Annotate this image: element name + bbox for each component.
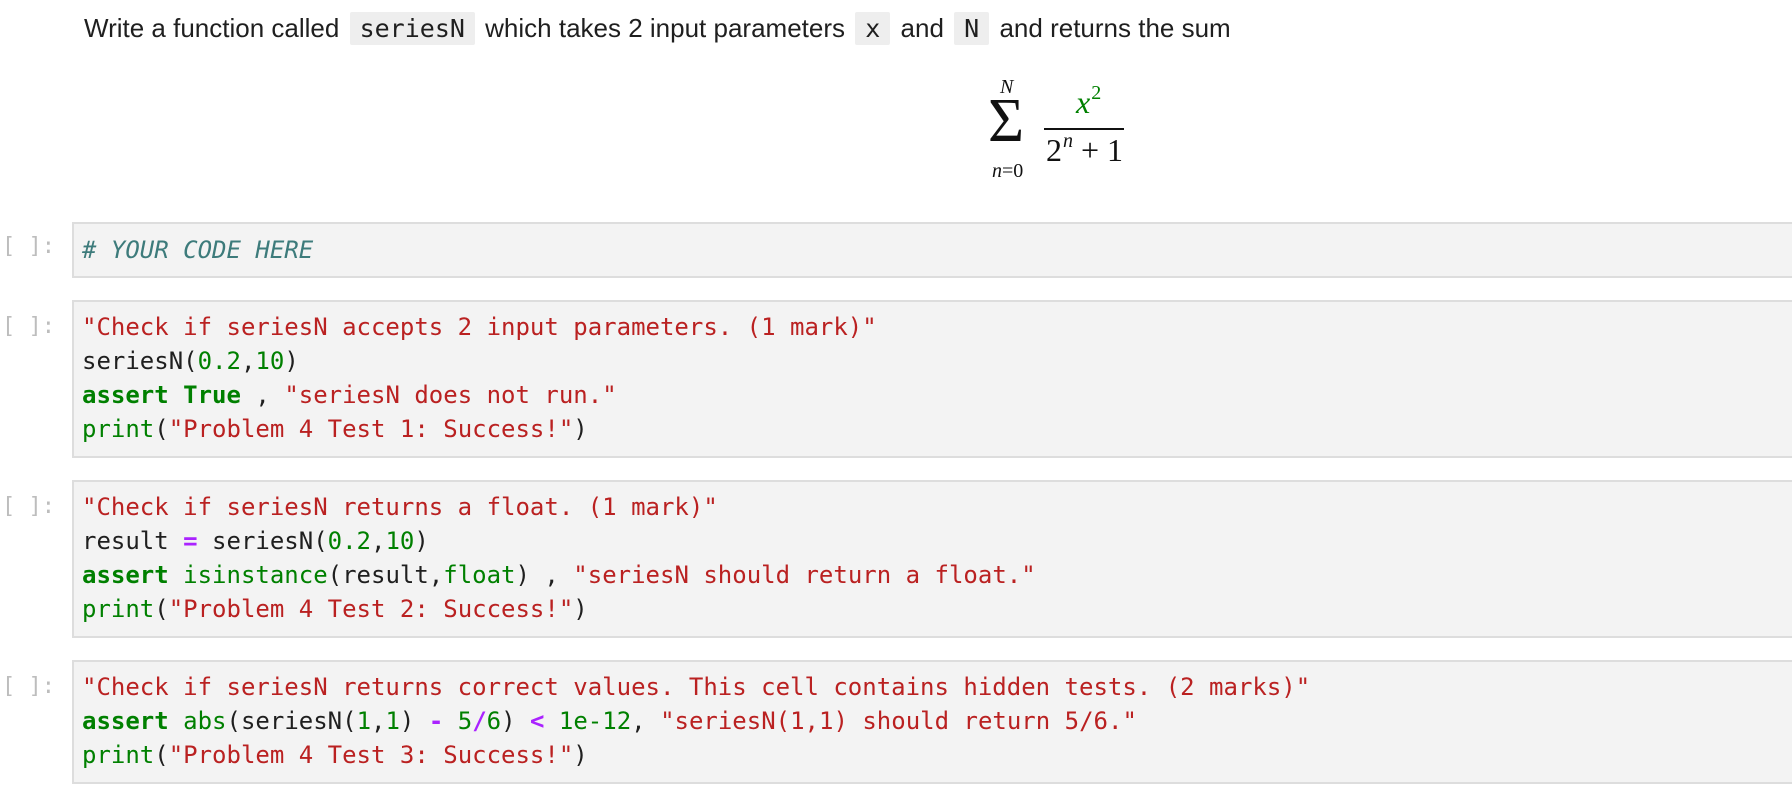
code-token: 1e-12: [558, 707, 632, 735]
code-line: seriesN(0.2,10): [82, 344, 1786, 378]
code-token: "Problem 4 Test 1: Success!": [168, 415, 574, 443]
code-token: ,: [371, 707, 386, 735]
lower-limit-var: n: [992, 160, 1002, 182]
code-token: seriesN(: [197, 527, 328, 555]
inline-code-param-n: N: [954, 12, 990, 45]
code-line: # YOUR CODE HERE: [82, 233, 1786, 267]
code-token: isinstance: [183, 561, 328, 589]
code-token: 10: [255, 347, 285, 375]
code-token: "Check if seriesN returns a float. (1 ma…: [82, 493, 718, 521]
code-token: True: [183, 381, 241, 409]
code-token: 0.2: [327, 527, 372, 555]
numerator-base: x: [1076, 84, 1091, 120]
code-line: print("Problem 4 Test 1: Success!"): [82, 412, 1786, 446]
code-editor[interactable]: "Check if seriesN returns a float. (1 ma…: [72, 480, 1792, 638]
code-line: "Check if seriesN returns correct values…: [82, 670, 1786, 704]
code-token: (result,: [327, 561, 444, 589]
code-token: abs: [183, 707, 227, 735]
code-token: -: [428, 707, 444, 735]
markdown-instructions: Write a function called seriesN which ta…: [84, 8, 1231, 49]
code-line: assert abs(seriesN(1,1) - 5/6) < 1e-12, …: [82, 704, 1786, 738]
code-token: assert: [82, 561, 169, 589]
code-token: "seriesN should return a float.": [573, 561, 1036, 589]
code-line: print("Problem 4 Test 2: Success!"): [82, 592, 1786, 626]
instruction-text: and: [900, 13, 944, 43]
code-line: assert True , "seriesN does not run.": [82, 378, 1786, 412]
code-token: (: [154, 415, 169, 443]
code-token: 1: [385, 707, 400, 735]
code-token: /: [472, 707, 487, 735]
cell-prompt: [ ]:: [2, 674, 55, 699]
code-token: ,: [240, 381, 285, 409]
code-token: ): [414, 527, 429, 555]
code-token: ): [501, 707, 530, 735]
numerator-exp: 2: [1091, 82, 1102, 104]
instruction-text: Write a function called: [84, 13, 340, 43]
code-token: <: [530, 707, 545, 735]
code-token: ) ,: [515, 561, 574, 589]
code-token: print: [82, 415, 155, 443]
code-token: ,: [371, 527, 386, 555]
code-token: (: [154, 595, 169, 623]
code-token: 6: [486, 707, 502, 735]
code-token: print: [82, 595, 155, 623]
code-token: ,: [240, 347, 256, 375]
code-token: ,: [631, 707, 661, 735]
code-token: (seriesN(: [226, 707, 357, 735]
code-token: # YOUR CODE HERE: [82, 236, 314, 264]
denominator-base: 2: [1046, 132, 1062, 168]
summation-formula: N Σ n=0 x2 2n + 1: [988, 76, 1138, 186]
code-token: "Problem 4 Test 3: Success!": [168, 741, 574, 769]
inline-code-function-name: seriesN: [349, 12, 475, 45]
code-token: 0.2: [197, 347, 241, 375]
code-editor[interactable]: # YOUR CODE HERE: [72, 222, 1792, 278]
code-token: result: [82, 527, 184, 555]
code-token: "seriesN does not run.": [284, 381, 617, 409]
cell-prompt: [ ]:: [2, 314, 55, 339]
code-token: seriesN(: [82, 347, 198, 375]
denominator-rest: + 1: [1081, 132, 1124, 168]
inline-code-param-x: x: [855, 12, 891, 45]
code-token: (: [154, 741, 169, 769]
instruction-text: and returns the sum: [999, 13, 1231, 43]
cell-prompt: [ ]:: [2, 494, 55, 519]
sum-lower-limit: n=0: [992, 160, 1023, 183]
cell-prompt: [ ]:: [2, 234, 55, 259]
code-token: ): [573, 415, 588, 443]
code-token: ): [399, 707, 429, 735]
code-token: ): [284, 347, 299, 375]
code-line: "Check if seriesN returns a float. (1 ma…: [82, 490, 1786, 524]
sigma-symbol: Σ: [988, 87, 1025, 155]
code-token: print: [82, 741, 155, 769]
code-token: 5: [457, 707, 473, 735]
code-token: "seriesN(1,1) should return 5/6.": [660, 707, 1137, 735]
code-token: 10: [385, 527, 415, 555]
code-token: 1: [356, 707, 372, 735]
code-token: assert: [82, 381, 169, 409]
code-token: float: [443, 561, 516, 589]
code-token: ): [573, 595, 588, 623]
code-token: ): [573, 741, 588, 769]
code-token: =: [183, 527, 198, 555]
code-line: print("Problem 4 Test 3: Success!"): [82, 738, 1786, 772]
code-editor[interactable]: "Check if seriesN returns correct values…: [72, 660, 1792, 784]
lower-limit-eq: =0: [1002, 160, 1024, 182]
denominator-exp: n: [1063, 130, 1073, 152]
code-line: result = seriesN(0.2,10): [82, 524, 1786, 558]
fraction-numerator: x2: [1076, 82, 1101, 121]
fraction-denominator: 2n + 1: [1046, 130, 1123, 169]
code-line: assert isinstance(result,float) , "serie…: [82, 558, 1786, 592]
code-line: "Check if seriesN accepts 2 input parame…: [82, 310, 1786, 344]
code-token: assert: [82, 707, 169, 735]
code-token: "Check if seriesN accepts 2 input parame…: [82, 313, 877, 341]
code-editor[interactable]: "Check if seriesN accepts 2 input parame…: [72, 300, 1792, 458]
code-token: "Problem 4 Test 2: Success!": [168, 595, 574, 623]
code-token: "Check if seriesN returns correct values…: [82, 673, 1311, 701]
instruction-text: which takes 2 input parameters: [485, 13, 846, 43]
